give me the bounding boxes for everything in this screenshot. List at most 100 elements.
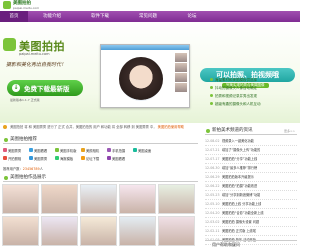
nav-item-download[interactable]: 软件下载: [76, 11, 124, 22]
download-arrow-icon: ↓: [12, 84, 20, 92]
news-item[interactable]: 12-07-21 增加了“摄像头上传”功能的: [205, 146, 297, 155]
app-window-titlebar: [101, 45, 189, 50]
news-item[interactable]: 12-07-17 美图拍拍“分享”功能上线: [205, 155, 297, 164]
banner-slogan: 摄影和美化秀出自我时代！: [6, 62, 67, 68]
recommend-header: 美图拍拍推荐: [3, 136, 198, 144]
news-date: 12-06-30: [205, 166, 220, 170]
news-item[interactable]: 12-05-10 美图拍拍上线 分享功能上线: [205, 200, 297, 209]
news-item[interactable]: 12-06-30 增加“最多人推荐”排行榜: [205, 164, 297, 173]
gallery-title: 美图拍拍作品展示: [10, 175, 46, 180]
recommend-item[interactable]: 手机拍摄: [107, 148, 133, 153]
news-item[interactable]: 12-08-02 视频录入一键美化功能: [205, 137, 297, 146]
news-item[interactable]: 12-04-20 美图拍拍“合影”功能全新上线: [205, 209, 297, 218]
news-item-title[interactable]: 美图拍拍版本升级提示: [222, 173, 254, 181]
news-date: 12-06-22: [205, 184, 220, 188]
recommend-item[interactable]: 美图看看: [107, 156, 133, 161]
portrait-photo: [119, 57, 163, 101]
news-title: 新拍美术频道的资讯: [212, 128, 253, 133]
app-screenshot: [100, 44, 190, 108]
gallery-photo[interactable]: [41, 216, 78, 246]
news-item[interactable]: 12-02-11 美图拍拍 正式版 上线啦: [205, 227, 297, 236]
gallery-photo[interactable]: [158, 184, 195, 214]
hero-banner: 美图拍拍 paipai.meitu.com 摄影和美化秀出自我时代！ ↓ 免费下…: [0, 22, 300, 123]
gallery-photo[interactable]: [119, 184, 156, 214]
camera-icon: [4, 176, 8, 180]
bullet-icon: [210, 94, 213, 97]
app-icon: [55, 156, 59, 160]
news-date: 12-02-11: [205, 229, 220, 233]
gallery-photo[interactable]: [158, 216, 195, 246]
bullet-icon: [210, 102, 213, 105]
news-date: 12-03-02: [205, 220, 220, 224]
meitu-logo-icon[interactable]: [3, 1, 11, 9]
news-date: 12-07-17: [205, 157, 220, 161]
gallery-photo[interactable]: [2, 184, 39, 214]
app-icon: [107, 156, 111, 160]
recommend-item[interactable]: 海报模板: [55, 156, 81, 161]
gallery-photo[interactable]: [119, 216, 156, 246]
nav-item-forum[interactable]: 论坛: [172, 11, 212, 22]
nav-item-features[interactable]: 功能介绍: [28, 11, 76, 22]
news-header: 新拍美术频道的资讯 更多>>: [205, 127, 297, 135]
feature-item: 抖动的摄像头人像自动确定: [210, 86, 257, 91]
news-item-title[interactable]: 美图拍拍“拍摄”功能改进: [222, 182, 257, 190]
news-item-title[interactable]: 增加“分享到新浪微博”功能: [222, 191, 260, 199]
news-icon: [206, 129, 210, 133]
site-url: paipai.meitu.com: [13, 6, 40, 10]
recommend-item[interactable]: 美图桌面: [133, 148, 159, 153]
app-icon: [81, 148, 85, 152]
info-icon: [3, 125, 7, 129]
download-button-label: 免费下载最新版: [24, 85, 70, 93]
news-item-title[interactable]: 视频录入一键美化功能: [222, 137, 254, 145]
app-logo-icon: [3, 38, 16, 51]
recommend-count: 推荐用户数：23456789人: [3, 167, 43, 171]
gallery-photo[interactable]: [2, 216, 39, 246]
help-header: 用户帮助和疑问: [205, 240, 297, 248]
news-date: 12-04-20: [205, 211, 220, 215]
site-header: 美图拍拍 paipai.meitu.com: [0, 0, 300, 11]
news-item-title[interactable]: 美图拍拍“合影”功能全新上线: [222, 209, 264, 217]
news-item[interactable]: 12-03-02 美图拍拍 摄像头设置 问题: [205, 218, 297, 227]
news-item-title[interactable]: 增加“最多人推荐”排行榜: [222, 164, 257, 172]
app-icon: [55, 148, 59, 152]
app-icon: [3, 156, 7, 160]
recommend-item[interactable]: 美图看看: [29, 148, 55, 153]
news-item-title[interactable]: 美图拍拍上线 分享功能上线: [222, 200, 261, 208]
news-item[interactable]: 12-06-29 美图拍拍版本升级提示: [205, 173, 297, 182]
news-list: 12-08-02 视频录入一键美化功能 12-07-21 增加了“摄像头上传”功能的 1…: [205, 137, 297, 245]
notice-help-link[interactable]: 美图拍拍使用帮助: [158, 125, 184, 129]
recommend-list: 美图秀秀 美图看看 美图手机版 美颜相机 手机拍摄 美图桌面 开拍照相 美图秀秀…: [3, 146, 198, 162]
news-item-title[interactable]: 美图拍拍 正式版 上线啦: [222, 227, 256, 235]
news-item-title[interactable]: 美图拍拍 摄像头设置 问题: [222, 218, 259, 226]
bullet-icon: [210, 86, 213, 89]
recommend-item[interactable]: 美图手机版: [55, 148, 81, 153]
recommend-item[interactable]: 论坛下载: [81, 156, 107, 161]
nav-item-faq[interactable]: 常见问题: [124, 11, 172, 22]
gallery-photo[interactable]: [80, 216, 117, 246]
news-item[interactable]: 12-06-22 美图拍拍“拍摄”功能改进: [205, 182, 297, 191]
news-more-link[interactable]: 更多>>: [284, 127, 295, 135]
gallery-photo[interactable]: [41, 184, 78, 214]
feature-item: 海量素材和美图模板供选择: [210, 78, 257, 83]
recommend-item[interactable]: 美图秀秀: [29, 156, 55, 161]
version-note: 最新版本1.1.7 正式版: [10, 98, 40, 102]
news-date: 12-05-10: [205, 202, 220, 206]
template-thumbnail: [175, 53, 187, 62]
feature-item: 拍秀和视频记录并秀出发现: [210, 94, 257, 99]
recommend-item[interactable]: 美颜相机: [81, 148, 107, 153]
nav-item-home[interactable]: 首页: [0, 11, 28, 22]
template-thumbnail: [175, 63, 187, 72]
news-item[interactable]: 12-05-23 增加“分享到新浪微博”功能: [205, 191, 297, 200]
bullet-icon: [210, 78, 213, 81]
news-item-title[interactable]: 美图拍拍“分享”功能上线: [222, 155, 257, 163]
free-download-button[interactable]: ↓ 免费下载最新版: [7, 80, 83, 96]
app-icon: [3, 148, 7, 152]
template-thumbnails: [175, 53, 187, 93]
gallery-photo[interactable]: [80, 184, 117, 214]
news-item-title[interactable]: 增加了“摄像头上传”功能的: [222, 146, 260, 154]
template-thumbnail: [175, 73, 187, 82]
recommend-item[interactable]: 开拍照相: [3, 156, 29, 161]
news-date: 12-08-02: [205, 139, 220, 143]
recommend-item[interactable]: 美图秀秀: [3, 148, 29, 153]
news-date: 12-05-23: [205, 193, 220, 197]
